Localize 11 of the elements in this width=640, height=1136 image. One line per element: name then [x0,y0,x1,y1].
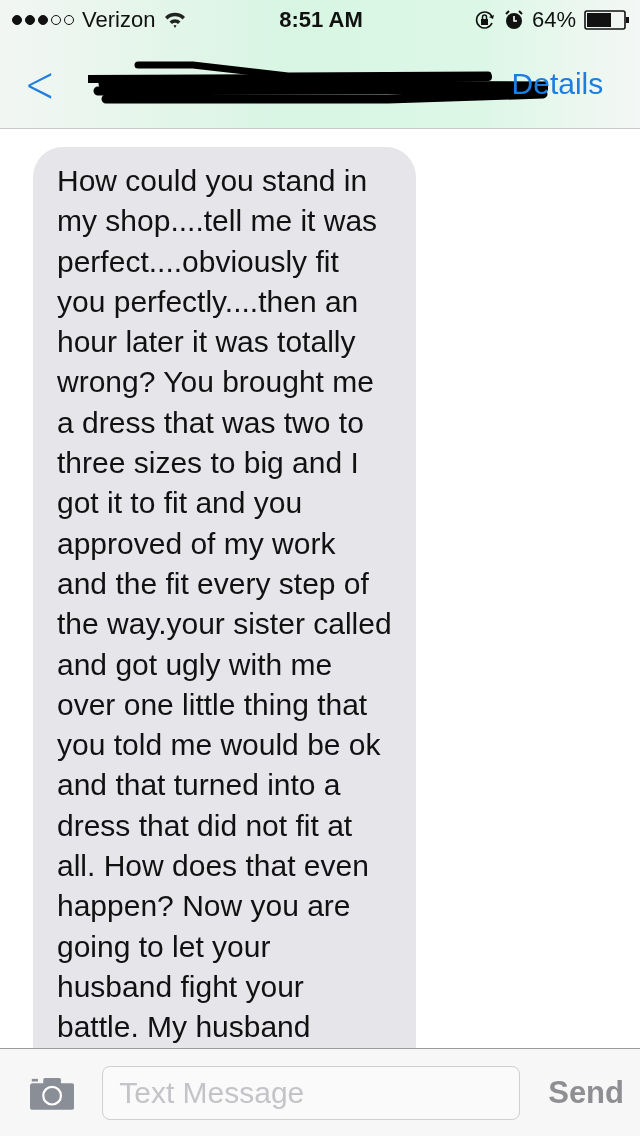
send-button[interactable]: Send [548,1074,624,1111]
rotation-lock-icon [473,9,496,31]
carrier-name: Verizon [82,7,156,33]
back-button[interactable]: < [20,58,60,110]
battery-icon [584,10,630,30]
clock-time: 8:51 AM [279,7,363,33]
message-text: How could you stand in my shop....tell me it was perfect....obviously fit you perfectly....then an hour later it was totally wrong? You brought me a dress that was two to three sizes to big and I got it to fit and you approved of my work and the fit every step of the way.your sister called and got ugly with me over one little thing that you told me would be ok and that turned into a dress that did not fit at all. How does that even happen? Now you are going to let your husband fight your battle. My husband [57,163,392,1046]
details-button[interactable]: Details [511,67,604,101]
wifi-icon [163,11,188,29]
battery-percent: 64% [531,7,576,33]
alarm-clock-icon [503,10,524,30]
